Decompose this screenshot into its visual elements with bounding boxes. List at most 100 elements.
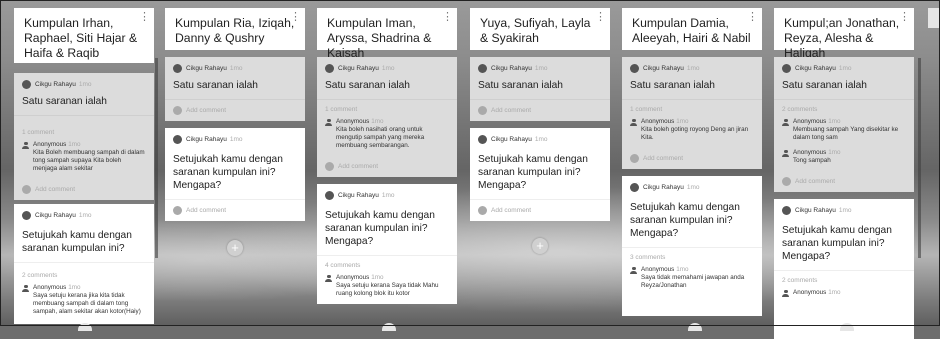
column-title: Kumpulan Damia, Aleeyah, Hairi & Nabil [632,16,751,45]
comment-count[interactable]: 2 comments [14,262,154,281]
post-author: Cikgu Rahayu 1mo [470,57,610,73]
comment: Anonymous 1mo Saya setuju kerana Saya tida… [317,271,457,302]
kebab-menu-icon[interactable]: ⋮ [290,12,301,23]
avatar [782,177,791,186]
comment-count[interactable]: 2 comments [774,270,914,286]
avatar [478,106,487,115]
anonymous-user-icon [782,290,789,297]
avatar [22,80,31,89]
anonymous-user-icon [325,275,332,282]
post-card[interactable]: Cikgu Rahayu 1mo Satu saranan ialah Add c… [165,57,305,121]
anonymous-user-icon [630,119,637,126]
post-author: Cikgu Rahayu 1mo [14,73,154,89]
post-card[interactable]: Cikgu Rahayu 1mo Setujukah kamu dengan sa… [14,204,154,324]
column-4: Yuya, Sufiyah, Layla & Syakirah ⋮ Cikgu … [470,8,610,221]
column-header: Kumpulan Irhan, Raphael, Siti Hajar & Ha… [14,8,154,63]
avatar [173,106,182,115]
comment-count[interactable]: 1 comment [317,99,457,115]
post-card[interactable]: Cikgu Rahayu 1mo Setujukah kamu dengan sa… [317,184,457,304]
column-title: Kumpulan Iman, Aryssa, Shadrina & Kaisah [327,16,432,60]
page-scrollbar[interactable] [928,8,940,28]
comment-count[interactable]: 3 comments [622,247,762,263]
add-comment-button[interactable]: Add comment [470,99,610,121]
add-comment-button[interactable]: Add comment [622,146,762,169]
kebab-menu-icon[interactable]: ⋮ [899,12,910,23]
post-author: Cikgu Rahayu 1mo [165,57,305,73]
post-card[interactable]: Cikgu Rahayu 1mo Satu saranan ialah Add c… [470,57,610,121]
comment-count[interactable]: 2 comments [774,99,914,115]
avatar [325,191,334,200]
avatar [782,64,791,73]
column-6: Kumpul;an Jonathan, Reyza, Alesha & Hali… [774,8,921,339]
post-text: Satu saranan ialah [630,80,715,91]
avatar [22,211,31,220]
post-card[interactable]: Cikgu Rahayu 1mo Setujukah kamu dengan sa… [165,128,305,221]
anonymous-user-icon [22,142,29,149]
post-card[interactable]: Cikgu Rahayu 1mo Satu saranan ialah 1 com… [622,57,762,169]
post-text: Satu saranan ialah [173,80,258,91]
add-comment-button[interactable]: Add comment [774,169,914,192]
column-scrollbar[interactable] [918,58,921,258]
kebab-menu-icon[interactable]: ⋮ [139,12,150,23]
avatar [173,206,182,215]
add-post-button[interactable]: + [227,240,243,256]
avatar [630,183,639,192]
post-author: Cikgu Rahayu 1mo [317,184,457,200]
add-comment-button[interactable]: Add comment [317,154,457,177]
add-comment-button[interactable]: Add comment [470,199,610,221]
comment: Anonymous 1mo Kita boleh nasihati orang un… [317,115,457,154]
column-5: Kumpulan Damia, Aleeyah, Hairi & Nabil ⋮… [622,8,762,316]
column-1: Kumpulan Irhan, Raphael, Siti Hajar & Ha… [14,8,158,324]
column-header: Kumpul;an Jonathan, Reyza, Alesha & Hali… [774,8,914,60]
post-author: Cikgu Rahayu 1mo [774,199,914,215]
post-author: Cikgu Rahayu 1mo [165,128,305,144]
column-title: Kumpulan Irhan, Raphael, Siti Hajar & Ha… [24,16,138,60]
add-comment-button[interactable]: Add comment [165,99,305,121]
post-card[interactable]: Cikgu Rahayu 1mo Satu saranan ialah 1 com… [317,57,457,177]
comment-count[interactable]: 4 comments [317,255,457,271]
comment: Anonymous 1mo Saya setuju kerana jika kita… [14,281,154,320]
comment: Anonymous 1mo Saya tidak memahami jawapan … [622,263,762,294]
anonymous-user-icon [782,119,789,126]
comment-count[interactable]: 1 comment [622,99,762,115]
post-text: Satu saranan ialah [782,80,867,91]
post-author: Cikgu Rahayu 1mo [774,57,914,73]
comment: Anonymous 1mo [774,286,914,301]
avatar [630,64,639,73]
anonymous-user-icon [325,119,332,126]
avatar [478,64,487,73]
post-author: Cikgu Rahayu 1mo [622,176,762,192]
comment-count[interactable]: 1 comment [14,115,154,138]
post-card[interactable]: Cikgu Rahayu 1mo Setujukah kamu dengan sa… [470,128,610,221]
kebab-menu-icon[interactable]: ⋮ [442,12,453,23]
post-card[interactable]: Cikgu Rahayu 1mo Setujukah kamu dengan sa… [622,176,762,316]
post-author: Cikgu Rahayu 1mo [470,128,610,144]
post-text: Setujukah kamu dengan saranan kumpulan i… [782,225,892,262]
avatar [22,185,31,194]
post-text: Satu saranan ialah [325,80,410,91]
comment: Anonymous 1mo Membuang sampah Yang disekit… [774,115,914,146]
post-text: Setujukah kamu dengan saranan kumpulan i… [173,154,283,191]
column-add-dot [840,323,854,331]
comment: Anonymous 1mo Tong sampah [774,146,914,169]
column-2: Kumpulan Ria, Iziqah, Danny & Qushry ⋮ C… [165,8,305,221]
column-add-dot [382,323,396,331]
kebab-menu-icon[interactable]: ⋮ [747,12,758,23]
comment: Anonymous 1mo Kita Boleh membuang sampah d… [14,138,154,177]
column-header: Kumpulan Iman, Aryssa, Shadrina & Kaisah… [317,8,457,60]
avatar [325,162,334,171]
add-comment-button[interactable]: Add comment [14,177,154,200]
column-scrollbar[interactable] [155,58,158,258]
avatar [782,206,791,215]
column-header: Kumpulan Ria, Iziqah, Danny & Qushry ⋮ [165,8,305,50]
column-title: Yuya, Sufiyah, Layla & Syakirah [480,16,591,45]
avatar [173,135,182,144]
add-comment-button[interactable]: Add comment [165,199,305,221]
post-author: Cikgu Rahayu 1mo [622,57,762,73]
comment: Anonymous 1mo Kita boleh goting royong Den… [622,115,762,146]
kebab-menu-icon[interactable]: ⋮ [595,12,606,23]
post-card[interactable]: Cikgu Rahayu 1mo Satu saranan ialah 2 com… [774,57,914,192]
post-card[interactable]: Cikgu Rahayu 1mo Satu saranan ialah 1 com… [14,73,154,200]
post-card[interactable]: Cikgu Rahayu 1mo Setujukah kamu dengan sa… [774,199,914,339]
add-post-button[interactable]: + [532,238,548,254]
